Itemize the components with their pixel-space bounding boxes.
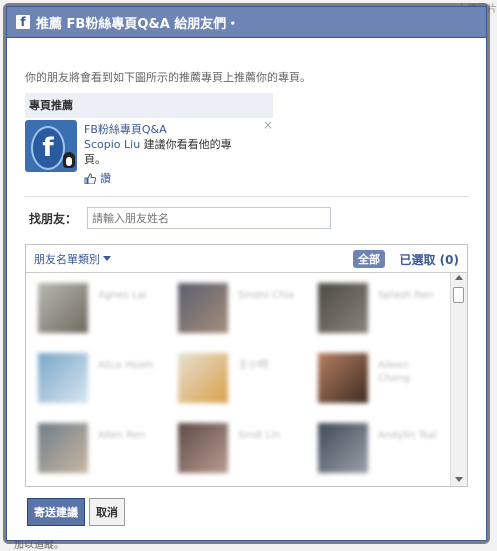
friend-name: Sindi Lin: [238, 430, 281, 441]
friend-name: Sindni Chia: [238, 290, 295, 301]
like-link[interactable]: 讚: [84, 170, 111, 186]
thumbs-up-icon: [84, 172, 96, 184]
friend-avatar: [318, 423, 368, 473]
preview-header: 專頁推薦: [25, 93, 273, 118]
friend-name: Allen Ren: [98, 430, 146, 441]
recommendation-preview: 專頁推薦 f FB粉絲專頁Q&A Scopio Liu 建議你看看他的專頁。 讚…: [25, 93, 273, 188]
friend-tile[interactable]: Sindi Lin: [172, 423, 302, 475]
divider: [25, 196, 468, 197]
friend-tile[interactable]: Andylin Tsai: [312, 423, 442, 475]
find-friends-input[interactable]: [87, 207, 331, 229]
facebook-icon: f: [16, 15, 30, 29]
dialog-title: 推薦 FB粉絲專頁Q&A 給朋友們・: [36, 16, 240, 32]
page-profile-picture: f: [25, 120, 77, 172]
friend-selector-header: 朋友名單類別 全部 已選取 (0): [26, 245, 467, 273]
friend-tile[interactable]: Agnes Lai: [32, 283, 162, 335]
dialog-intro: 你的朋友將會看到如下圖所示的推薦專頁上推薦你的專頁。: [25, 71, 311, 84]
chevron-down-icon: [103, 256, 111, 261]
friend-name: Aileen Chang: [378, 360, 411, 384]
friend-list-category-label: 朋友名單類別: [34, 252, 100, 266]
close-icon[interactable]: ×: [263, 118, 273, 132]
friend-avatar: [38, 283, 88, 333]
find-friends-label: 找朋友：: [29, 211, 78, 226]
friend-name: 王小明: [238, 360, 268, 371]
page-name-link[interactable]: FB粉絲專頁Q&A: [84, 121, 167, 137]
recommend-dialog: f 推薦 FB粉絲專頁Q&A 給朋友們・ 你的朋友將會看到如下圖所示的推薦專頁上…: [6, 6, 487, 541]
friend-name: Alice Hsieh: [98, 360, 154, 371]
friend-name: Agnes Lai: [98, 290, 147, 301]
friend-avatar: [38, 353, 88, 403]
penguin-icon: [63, 152, 75, 168]
friend-tile[interactable]: Allen Ren: [32, 423, 162, 475]
friend-selector: 朋友名單類別 全部 已選取 (0) Agnes Lai Sindni Chia Sp…: [25, 244, 468, 487]
scroll-up-arrow-icon[interactable]: [455, 275, 463, 280]
friend-list-scrollbar[interactable]: [450, 273, 467, 486]
friend-avatar: [178, 423, 228, 473]
scrollbar-thumb[interactable]: [453, 287, 464, 303]
friend-tile[interactable]: Sindni Chia: [172, 283, 302, 335]
friend-tile[interactable]: Aileen Chang: [312, 353, 442, 405]
dialog-buttons: 寄送建議 取消: [27, 498, 125, 526]
dialog-titlebar: f 推薦 FB粉絲專頁Q&A 給朋友們・: [7, 7, 486, 38]
friend-grid: Agnes Lai Sindni Chia Splash Ren Alice Hsie…: [26, 273, 451, 486]
like-label: 讚: [100, 172, 111, 185]
suggestion-text: Scopio Liu 建議你看看他的專頁。: [84, 137, 244, 167]
scroll-down-arrow-icon[interactable]: [455, 477, 463, 482]
friend-avatar: [38, 423, 88, 473]
friend-avatar: [318, 283, 368, 333]
filter-selected-link[interactable]: 已選取 (0): [400, 251, 460, 268]
friend-avatar: [318, 353, 368, 403]
cancel-button[interactable]: 取消: [89, 498, 125, 526]
friend-name: Splash Ren: [378, 290, 434, 301]
filter-all-button[interactable]: 全部: [353, 250, 385, 268]
friend-name: Andylin Tsai: [378, 430, 438, 441]
suggester-name[interactable]: Scopio Liu: [84, 138, 140, 151]
friend-tile[interactable]: Alice Hsieh: [32, 353, 162, 405]
friend-avatar: [178, 353, 228, 403]
friend-avatar: [178, 283, 228, 333]
send-suggestion-button[interactable]: 寄送建議: [27, 498, 85, 526]
friend-tile[interactable]: Splash Ren: [312, 283, 442, 335]
friend-tile[interactable]: 王小明: [172, 353, 302, 405]
find-friends-row: 找朋友：: [25, 207, 468, 229]
friend-list-category-dropdown[interactable]: 朋友名單類別: [34, 251, 111, 267]
